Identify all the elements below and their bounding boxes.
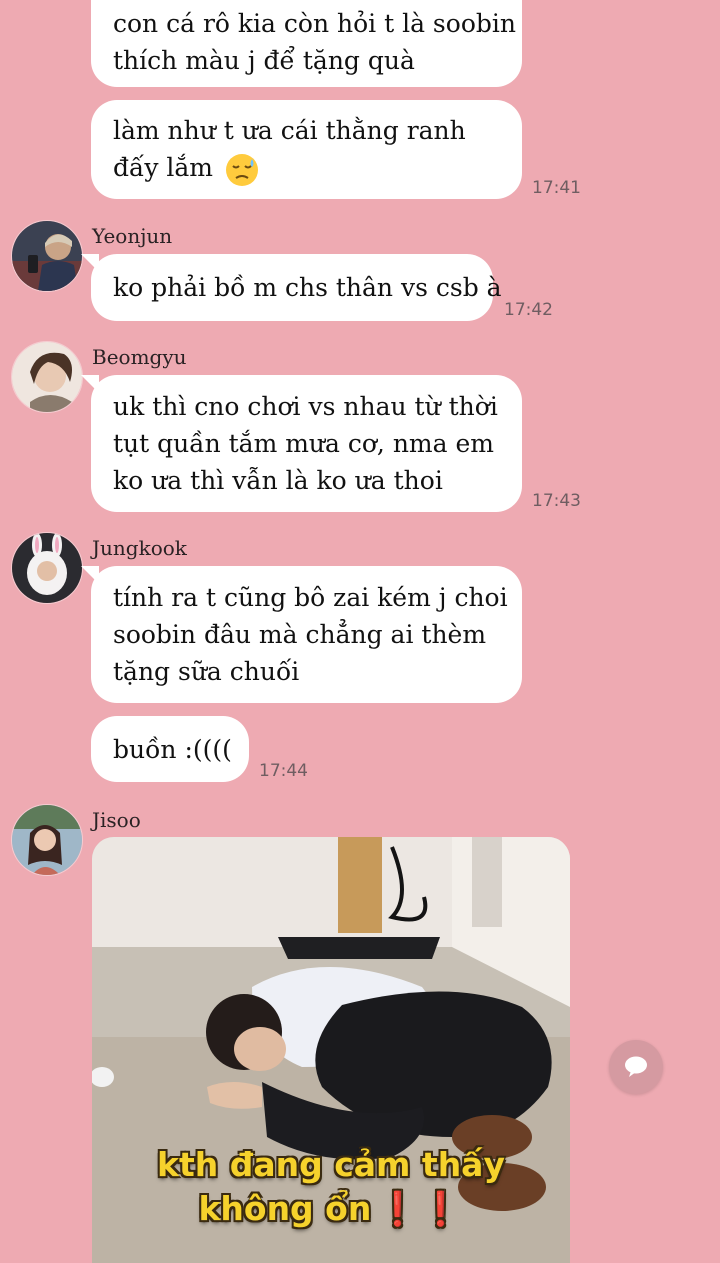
message-line: buồn :((((	[113, 734, 232, 764]
chat-bubble-button[interactable]	[609, 1040, 663, 1094]
sender-name: Yeonjun	[92, 224, 173, 248]
image-caption-text: không ổn	[198, 1189, 372, 1228]
message-line: con cá rô kia còn hỏi t là soobin	[113, 8, 516, 38]
message-line: tính ra t cũng bô zai kém j choi	[113, 583, 508, 612]
image-caption: không ổn ❗❗	[92, 1189, 570, 1229]
image-caption: kth đang cảm thấy	[157, 1145, 505, 1184]
sender-name: Jisoo	[92, 808, 141, 832]
exclamation-marks: ❗❗	[377, 1189, 464, 1228]
message-line: ko ưa thì vẫn là ko ưa thoi	[113, 466, 443, 495]
message-bubble[interactable]: ko phải bồ m chs thân vs csb à	[81, 254, 502, 321]
message-bubble[interactable]: làm như t ưa cái thằng ranh đấy lắm	[91, 100, 522, 199]
message-bubble[interactable]: con cá rô kia còn hỏi t là soobin thích …	[91, 0, 522, 87]
message-line: tụt quần tắm mưa cơ, nma em	[113, 429, 494, 458]
avatar-yeonjun[interactable]	[11, 220, 83, 292]
message-line: làm như t ưa cái thằng ranh	[113, 116, 466, 146]
message-text: đấy lắm	[113, 153, 213, 183]
chat-bubble-icon	[625, 1056, 647, 1077]
message-timestamp: 17:44	[259, 761, 308, 781]
message-timestamp: 17:43	[532, 491, 581, 511]
avatar-jungkook[interactable]	[11, 532, 83, 604]
message-line: đấy lắm	[113, 149, 500, 187]
message-timestamp: 17:42	[504, 300, 553, 320]
message-line: tặng sữa chuối	[113, 657, 300, 686]
avatar-jisoo[interactable]	[11, 804, 83, 876]
message-bubble[interactable]: buồn :((((	[91, 716, 249, 782]
sad-face-emoji	[225, 153, 258, 186]
message-line: uk thì cno chơi vs nhau từ thời	[113, 392, 498, 421]
avatar-beomgyu[interactable]	[11, 341, 83, 413]
message-timestamp: 17:41	[532, 178, 581, 198]
message-line: ko phải bồ m chs thân vs csb à	[113, 273, 502, 302]
message-line: thích màu j để tặng quà	[113, 45, 415, 75]
shared-image[interactable]: kth đang cảm thấy không ổn ❗❗	[92, 837, 570, 1263]
sender-name: Jungkook	[92, 536, 187, 560]
message-bubble[interactable]: tính ra t cũng bô zai kém j choi soobin …	[81, 566, 522, 703]
message-bubble[interactable]: uk thì cno chơi vs nhau từ thời tụt quần…	[81, 375, 522, 512]
sender-name: Beomgyu	[92, 345, 187, 369]
message-line: soobin đâu mà chẳng ai thèm	[113, 620, 487, 649]
